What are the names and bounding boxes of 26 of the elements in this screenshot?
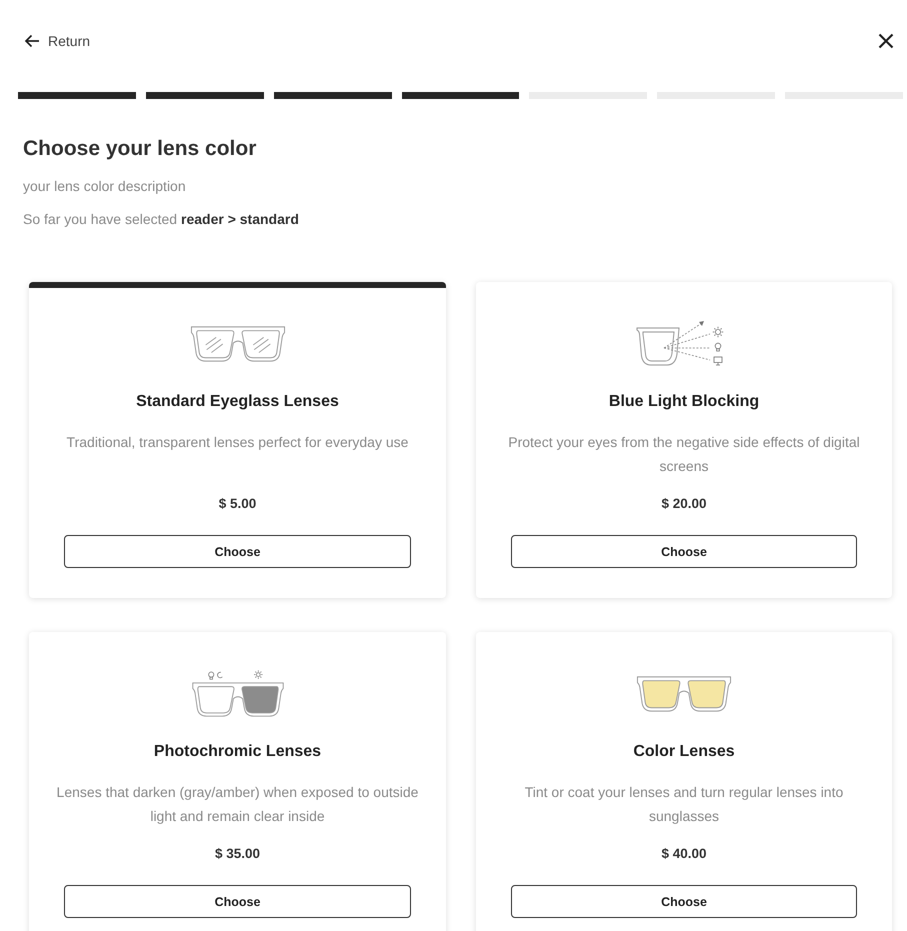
choose-button[interactable]: Choose <box>511 885 857 918</box>
option-price: $ 40.00 <box>661 845 707 863</box>
option-description: Tint or coat your lenses and turn regular lenses into sunglasses <box>524 783 844 826</box>
option-card[interactable]: Standard Eyeglass Lenses Traditional, transparent lenses perfect for everyday use $ 5.00 Choose <box>29 282 446 598</box>
option-price: $ 5.00 <box>218 495 256 513</box>
back-arrow-icon <box>24 34 40 48</box>
option-description: Lenses that darken (gray/amber) when exposed to outside light and remain clear inside <box>56 783 420 826</box>
choose-button[interactable]: Choose <box>64 535 411 568</box>
option-price: $ 35.00 <box>214 845 260 863</box>
option-title: Photochromic Lenses <box>154 742 322 762</box>
page-title: Choose your lens color <box>23 136 258 162</box>
half-tinted-eyeglasses-icon <box>190 670 286 718</box>
return-link[interactable]: Return <box>24 30 90 52</box>
selection-summary: So far you have selected reader > standard <box>23 210 300 229</box>
close-icon <box>878 33 894 49</box>
tinted-eyeglasses-icon <box>634 675 734 713</box>
option-title: Standard Eyeglass Lenses <box>136 392 339 412</box>
option-title: Color Lenses <box>633 742 735 762</box>
close-button[interactable] <box>878 33 894 49</box>
option-description: Traditional, transparent lenses perfect for everyday use <box>66 433 410 452</box>
option-price: $ 20.00 <box>661 495 707 513</box>
option-title: Blue Light Blocking <box>608 392 760 412</box>
option-description: Protect your eyes from the negative side effects of digital screens <box>507 433 861 476</box>
choose-button[interactable]: Choose <box>511 535 857 568</box>
choose-button[interactable]: Choose <box>64 885 411 918</box>
page-description: your lens color description <box>23 177 187 196</box>
